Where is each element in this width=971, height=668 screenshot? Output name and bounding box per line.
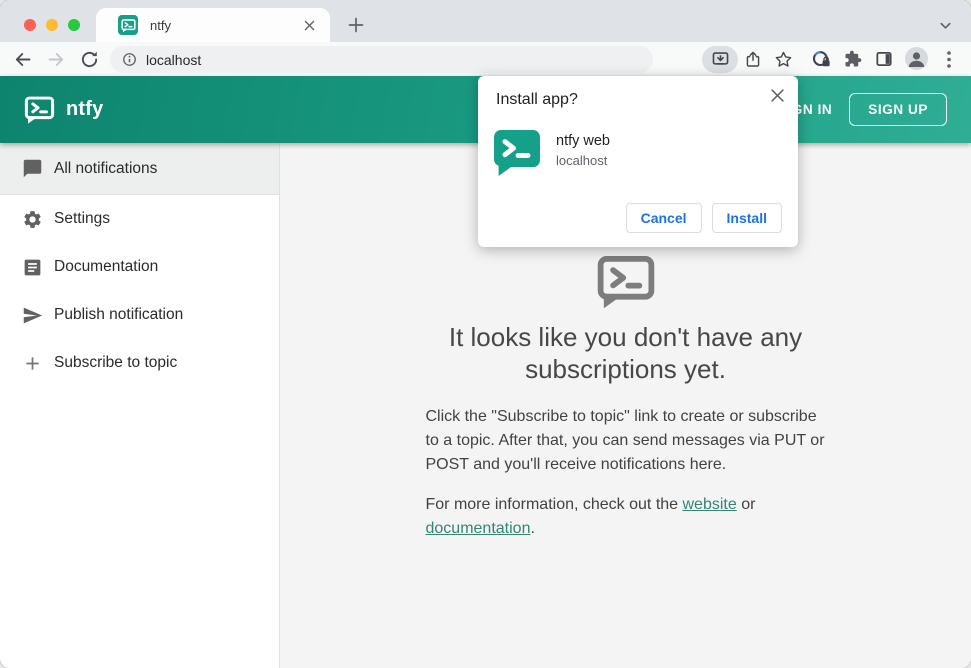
traffic-maximize-button[interactable] [68,19,80,31]
tab-close-icon[interactable] [300,16,318,34]
send-icon [23,307,43,323]
sidebar-item-label: Settings [54,210,111,227]
empty-state-paragraph: Click the "Subscribe to topic" link to c… [425,408,825,474]
bookmark-star-icon[interactable] [773,49,793,69]
profile-avatar[interactable] [905,47,928,70]
sidebar-item-label: All notifications [54,159,158,177]
install-app-dialog: Install app? ntfy web localhost Cancel I… [478,76,798,247]
dialog-title: Install app? [496,91,578,108]
forward-icon[interactable] [46,49,66,69]
sidebar: All notifications Settings Documentation… [0,143,280,668]
info-icon[interactable] [122,52,137,67]
sidebar-item-subscribe-to-topic[interactable]: Subscribe to topic [0,339,279,387]
sidebar-item-label: Publish notification [54,306,184,323]
extensions-puzzle-icon[interactable] [843,49,863,69]
tab-title: ntfy [150,17,171,33]
ntfy-logo-icon [24,94,55,125]
tab-strip: ntfy [0,0,971,42]
address-url-text: localhost [146,51,202,68]
documentation-link[interactable]: documentation [426,520,531,537]
links-paragraph-prefix: For more information, check out the [425,496,683,514]
empty-state-links-paragraph: For more information, check out the webs… [426,493,826,541]
sidebar-item-settings[interactable]: Settings [0,195,279,243]
traffic-close-button[interactable] [24,19,36,31]
tab-search-chevron-icon[interactable] [934,15,956,35]
ntfy-favicon-icon [118,15,138,35]
back-icon[interactable] [12,49,32,69]
sidebar-item-publish-notification[interactable]: Publish notification [0,291,279,339]
sidebar-item-documentation[interactable]: Documentation [0,243,279,291]
chat-icon [23,159,42,178]
gear-icon [24,210,41,228]
new-tab-plus-icon[interactable] [346,15,366,35]
install-button[interactable]: Install [711,203,782,233]
sidebar-item-label: Documentation [54,258,159,275]
traffic-minimize-button[interactable] [46,19,58,31]
install-app-icon[interactable] [702,46,738,73]
side-panel-icon[interactable] [874,49,894,69]
dialog-close-icon[interactable] [767,85,787,105]
dialog-app-origin: localhost [556,153,608,168]
menu-kebab-icon[interactable] [939,49,959,69]
sidebar-item-all-notifications[interactable]: All notifications [0,143,279,195]
share-icon[interactable] [743,49,763,69]
ntfy-logo-large-icon [597,255,654,309]
app-brand-title: ntfy [66,98,104,120]
extension-lock-icon[interactable] [811,49,831,69]
website-link[interactable]: website [683,496,737,513]
dialog-app-name: ntfy web [556,133,610,149]
cancel-button[interactable]: Cancel [625,203,702,233]
sign-up-button[interactable]: SIGN UP [849,93,947,126]
browser-window: ntfy localhost ntfy SIGN IN SIGN UP All … [0,0,971,668]
plus-icon [26,356,39,370]
article-icon [24,259,41,275]
sidebar-item-label: Subscribe to topic [54,354,178,371]
browser-toolbar: localhost [0,42,971,76]
ntfy-app-icon [494,130,540,176]
reload-icon[interactable] [79,49,99,69]
links-paragraph-middle: or [736,496,756,514]
browser-tab[interactable]: ntfy [96,8,330,42]
address-bar[interactable]: localhost [110,46,653,73]
empty-state: It looks like you don't have any subscri… [426,251,826,668]
links-paragraph-suffix: . [530,520,535,538]
empty-state-heading: It looks like you don't have any subscri… [448,322,803,385]
